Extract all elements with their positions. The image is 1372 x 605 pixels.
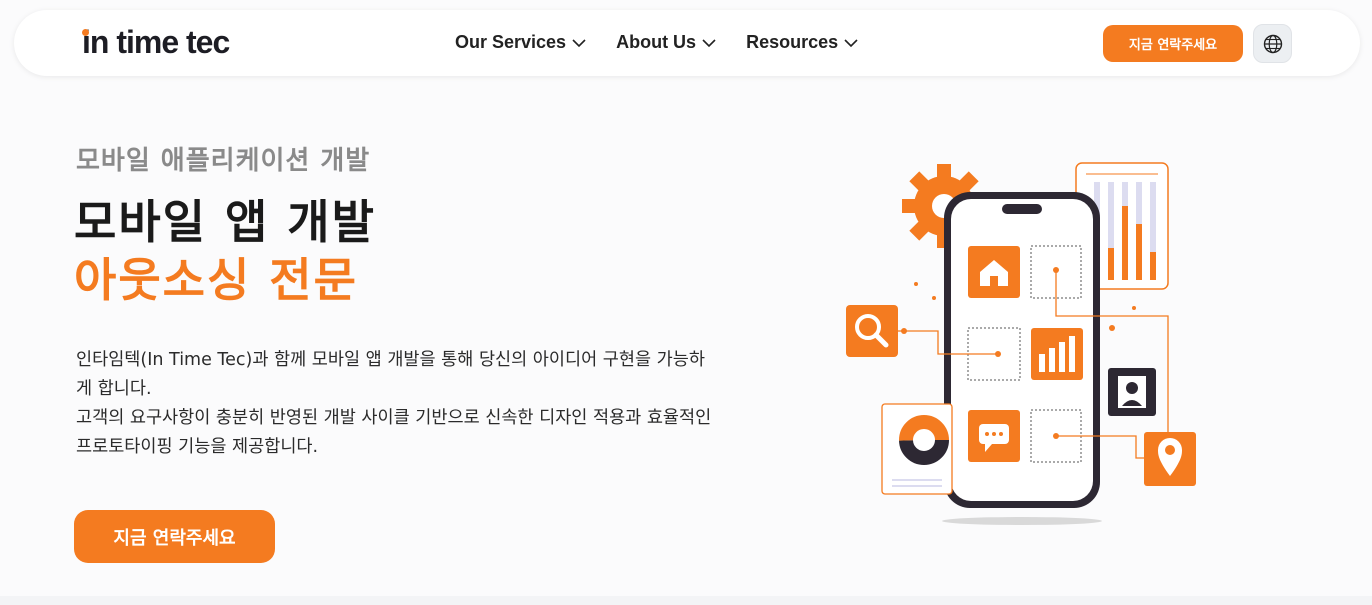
chevron-down-icon — [572, 38, 586, 47]
hero-eyebrow: 모바일 애플리케이션 개발 — [76, 146, 371, 176]
top-navbar: in time tec Our Services About Us Resour… — [14, 10, 1360, 76]
logo-dot-icon — [82, 29, 89, 36]
mobile-app-illustration — [846, 162, 1196, 525]
description-paragraph: 인타임텍(In Time Tec)과 함께 모바일 앱 개발을 통해 당신의 아… — [76, 350, 705, 399]
main-nav: Our Services About Us Resources — [455, 32, 858, 53]
location-pin-icon — [1144, 432, 1196, 486]
home-icon — [968, 246, 1020, 298]
chat-icon — [968, 410, 1020, 462]
nav-item-label: Our Services — [455, 32, 567, 52]
globe-icon — [1263, 34, 1282, 53]
chevron-down-icon — [844, 38, 858, 47]
user-icon — [1108, 368, 1156, 416]
chevron-down-icon — [702, 38, 716, 47]
hero-description: 인타임텍(In Time Tec)과 함께 모바일 앱 개발을 통해 당신의 아… — [76, 346, 716, 462]
bar-chart-icon — [1031, 328, 1083, 380]
nav-our-services[interactable]: Our Services — [455, 32, 586, 53]
contact-button-hero[interactable]: 지금 연락주세요 — [74, 510, 275, 563]
donut-chart-icon — [881, 403, 953, 495]
section-divider — [0, 596, 1372, 605]
logo[interactable]: in time tec — [82, 24, 230, 61]
search-icon — [846, 305, 898, 357]
nav-about-us[interactable]: About Us — [616, 32, 716, 53]
contact-button-header[interactable]: 지금 연락주세요 — [1103, 25, 1243, 62]
hero-headline: 모바일 앱 개발 — [74, 195, 376, 249]
nav-item-label: Resources — [746, 32, 839, 52]
nav-resources[interactable]: Resources — [746, 32, 858, 53]
hero-headline-accent: 아웃소싱 전문 — [74, 253, 358, 307]
nav-item-label: About Us — [616, 32, 697, 52]
language-button[interactable] — [1253, 24, 1292, 63]
description-paragraph: 고객의 요구사항이 충분히 반영된 개발 사이클 기반으로 신속한 디자인 적용… — [76, 408, 712, 457]
